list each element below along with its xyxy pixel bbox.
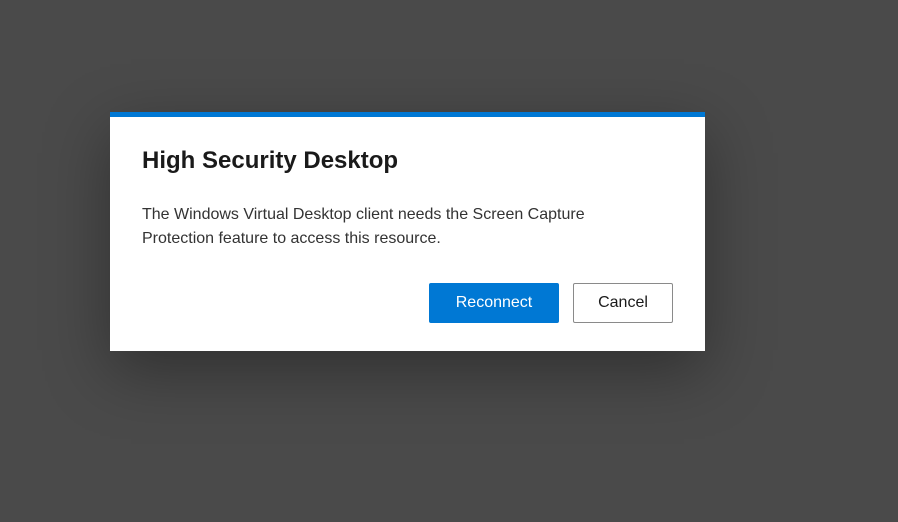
dialog-message: The Windows Virtual Desktop client needs…: [142, 203, 642, 251]
security-dialog: High Security Desktop The Windows Virtua…: [110, 112, 705, 351]
dialog-actions: Reconnect Cancel: [142, 283, 673, 323]
cancel-button[interactable]: Cancel: [573, 283, 673, 323]
dialog-title: High Security Desktop: [142, 147, 673, 175]
reconnect-button[interactable]: Reconnect: [429, 283, 559, 323]
